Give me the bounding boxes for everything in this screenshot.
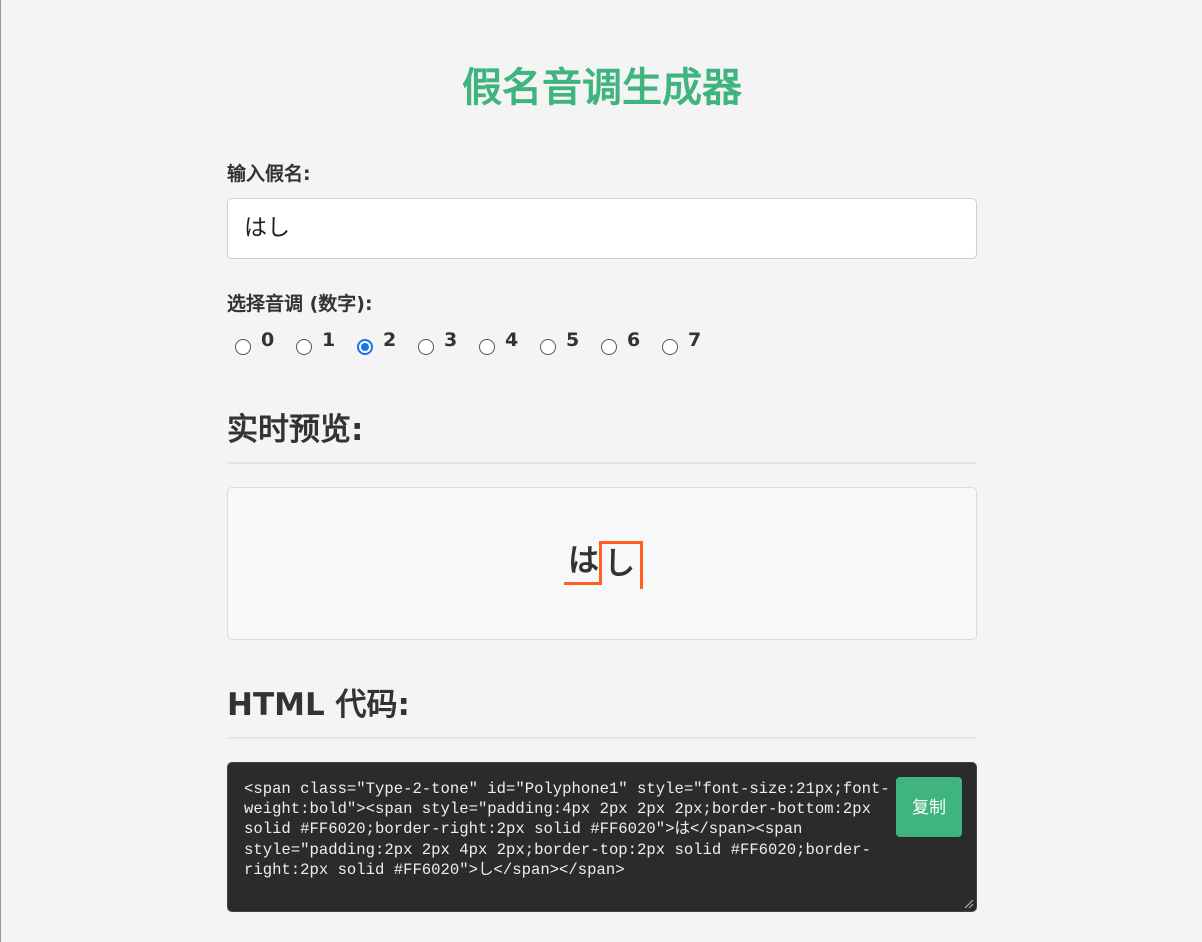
code-line: style="padding:2px 2px 4px 2px;border-to… bbox=[244, 840, 871, 859]
tone-radio-label: 3 bbox=[444, 329, 458, 351]
code-line: weight:bold"><span style="padding:4px 2p… bbox=[244, 800, 871, 819]
tone-option-5[interactable]: 5 bbox=[532, 328, 588, 362]
page-title: 假名音调生成器 bbox=[462, 65, 742, 111]
kana-input[interactable]: はし bbox=[227, 198, 977, 259]
tone-option-6[interactable]: 6 bbox=[593, 328, 649, 362]
tone-radio-label: 4 bbox=[505, 329, 519, 351]
code-line: solid #FF6020;border-right:2px solid #FF… bbox=[244, 820, 803, 839]
preview-panel: は し bbox=[227, 487, 977, 640]
tone-radio-6[interactable] bbox=[601, 339, 617, 355]
tone-radio-1[interactable] bbox=[296, 339, 312, 355]
tone-selector-label: 选择音调 (数字): bbox=[227, 293, 373, 315]
kana-input-label: 输入假名: bbox=[227, 163, 311, 185]
code-line: <span class="Type-2-tone" id="Polyphone1… bbox=[244, 780, 890, 798]
preview-mora-low: は bbox=[564, 541, 602, 585]
tone-radio-0[interactable] bbox=[235, 339, 251, 355]
html-code-text[interactable]: <span class="Type-2-tone" id="Polyphone1… bbox=[244, 779, 934, 880]
tone-radio-4[interactable] bbox=[479, 339, 495, 355]
tone-radio-label: 2 bbox=[383, 329, 397, 351]
tone-radio-3[interactable] bbox=[418, 339, 434, 355]
tone-radio-label: 0 bbox=[261, 329, 275, 351]
window-edge bbox=[0, 0, 1, 942]
tone-radio-label: 5 bbox=[566, 329, 580, 351]
resize-handle-icon[interactable] bbox=[964, 899, 974, 909]
tone-radio-label: 7 bbox=[688, 329, 702, 351]
tone-option-1[interactable]: 1 bbox=[288, 328, 344, 362]
tone-option-0[interactable]: 0 bbox=[227, 328, 283, 362]
tone-radio-5[interactable] bbox=[540, 339, 556, 355]
tone-radio-label: 6 bbox=[627, 329, 641, 351]
preview-heading: 实时预览: bbox=[227, 408, 977, 464]
preview-mora-high: し bbox=[602, 541, 643, 589]
tone-radio-group: 0 1 2 3 4 5 6 7 bbox=[227, 328, 977, 362]
tone-option-3[interactable]: 3 bbox=[410, 328, 466, 362]
html-code-heading: HTML 代码: bbox=[227, 683, 977, 739]
html-code-output[interactable]: <span class="Type-2-tone" id="Polyphone1… bbox=[227, 762, 977, 912]
copy-button[interactable]: 复制 bbox=[896, 777, 962, 837]
tone-radio-2-selected[interactable] bbox=[357, 339, 373, 355]
tone-radio-7[interactable] bbox=[662, 339, 678, 355]
tone-radio-label: 1 bbox=[322, 329, 336, 351]
tone-option-2[interactable]: 2 bbox=[349, 328, 405, 362]
tone-option-4[interactable]: 4 bbox=[471, 328, 527, 362]
code-line: right:2px solid #FF6020">し</span></span> bbox=[244, 860, 625, 879]
tone-option-7[interactable]: 7 bbox=[654, 328, 710, 362]
